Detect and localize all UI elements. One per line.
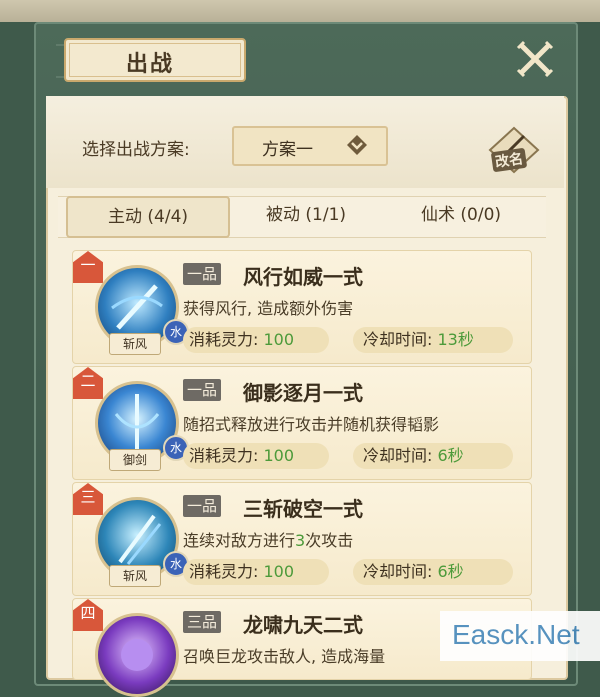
page-title: 出战	[126, 52, 175, 77]
tab-active-skills[interactable]: 主动 (4/4)	[66, 196, 230, 238]
top-nav-strip	[0, 0, 600, 22]
skill-type-label: 斩风	[109, 565, 161, 587]
skill-name: 御影逐月一式	[243, 381, 363, 405]
skill-grade: 一品	[183, 263, 222, 285]
skill-cooldown: 冷却时间: 13秒	[353, 327, 513, 353]
skill-description: 获得风行, 造成额外伤害	[183, 299, 354, 318]
close-icon	[516, 40, 554, 78]
close-button[interactable]	[514, 38, 556, 80]
skill-description: 连续对敌方进行3次攻击	[183, 531, 354, 550]
scheme-label: 选择出战方案:	[82, 140, 190, 160]
rename-button[interactable]: 改名	[486, 124, 542, 176]
skill-cooldown: 冷却时间: 6秒	[353, 443, 513, 469]
skill-cost: 消耗灵力: 100	[183, 559, 329, 585]
scheme-dropdown[interactable]: 方案一	[232, 126, 388, 166]
skill-grade: 一品	[183, 495, 222, 517]
rank-badge: 二	[73, 367, 103, 399]
skill-name: 龙啸九天二式	[243, 613, 363, 637]
skill-card[interactable]: 三 斩风 水 一品 三斩破空一式 连续对敌方进行3次攻击 消耗灵力: 100 冷…	[72, 482, 532, 596]
skill-card[interactable]: 二 御剑 水 一品 御影逐月一式 随招式释放进行攻击并随机获得韬影 消耗灵力: …	[72, 366, 532, 480]
skill-cost: 消耗灵力: 100	[183, 443, 329, 469]
skill-type-label: 御剑	[109, 449, 161, 471]
skill-name: 三斩破空一式	[243, 497, 363, 521]
watermark: Easck.Net	[440, 611, 600, 661]
skill-tabs: 主动 (4/4) 被动 (1/1) 仙术 (0/0)	[58, 196, 546, 238]
skill-description: 随招式释放进行攻击并随机获得韬影	[183, 415, 440, 434]
skill-card[interactable]: 一 斩风 水 一品 风行如威一式 获得风行, 造成额外伤害 消耗灵力: 100 …	[72, 250, 532, 364]
tab-passive-skills[interactable]: 被动 (1/1)	[236, 196, 376, 234]
scheme-selected-value: 方案一	[262, 140, 313, 160]
tab-spells[interactable]: 仙术 (0/0)	[386, 196, 536, 234]
skill-description: 召唤巨龙攻击敌人, 造成海量	[183, 647, 386, 666]
skill-grade: 三品	[183, 611, 222, 633]
skill-name: 风行如威一式	[243, 265, 363, 289]
skill-icon	[95, 613, 179, 697]
rank-badge: 一	[73, 251, 103, 283]
title-plaque: 出战	[64, 38, 246, 82]
watermark-text: Easck.Net	[452, 619, 580, 650]
skill-grade: 一品	[183, 379, 222, 401]
chevron-down-icon	[347, 135, 367, 155]
rank-badge: 四	[73, 599, 103, 631]
skill-type-label: 斩风	[109, 333, 161, 355]
skill-cooldown: 冷却时间: 6秒	[353, 559, 513, 585]
skill-cost: 消耗灵力: 100	[183, 327, 329, 353]
dragon-icon	[121, 639, 153, 671]
rank-badge: 三	[73, 483, 103, 515]
